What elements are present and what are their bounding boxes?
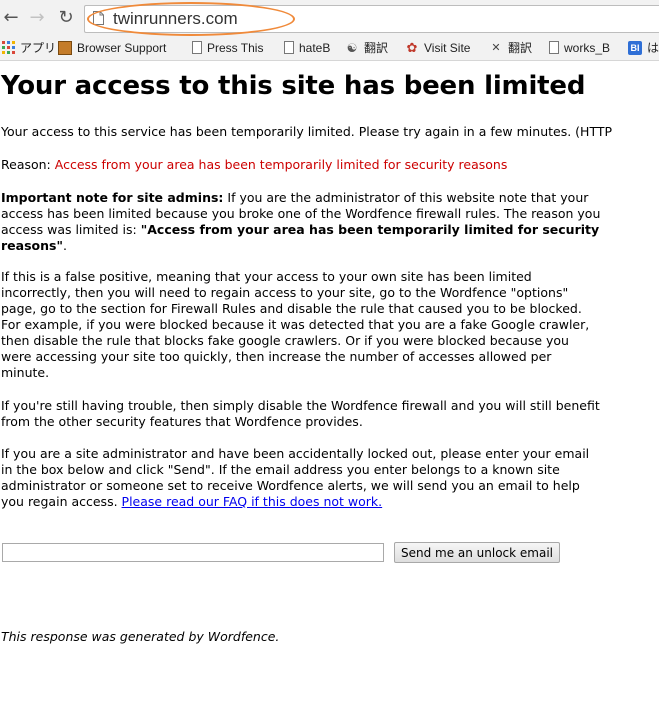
bookmark-label: 翻訳 — [508, 41, 533, 55]
url-text[interactable]: twinrunners.com — [113, 9, 238, 29]
false-positive-text: If this is a false positive, meaning tha… — [1, 269, 590, 380]
reason-line: Reason: Access from your area has been t… — [1, 157, 601, 173]
forward-arrow-icon[interactable]: → — [27, 8, 47, 28]
note-end: . — [62, 238, 67, 253]
reload-icon[interactable]: ↻ — [56, 8, 76, 28]
apps-grid-icon — [2, 41, 15, 54]
reason-text: Access from your area has been temporari… — [54, 157, 508, 172]
address-bar[interactable]: twinrunners.com — [84, 5, 659, 33]
bookmark-label: アプリ — [20, 41, 57, 55]
page-icon — [192, 41, 202, 54]
admin-note: Important note for site admins: If you a… — [1, 190, 601, 254]
footer-note: This response was generated by Wordfence… — [1, 629, 280, 644]
bookmark-folder-icon — [58, 40, 72, 55]
page-icon — [284, 41, 294, 54]
bookmark-works-b[interactable]: works_B — [549, 38, 610, 57]
intro-text: Your access to this service has been tem… — [1, 124, 613, 139]
visit-site-icon: ✿ — [406, 39, 418, 55]
bookmark-hateb[interactable]: hateB — [284, 38, 330, 57]
bookmark-label: hateB — [299, 40, 331, 55]
bookmark-press-this[interactable]: Press This — [192, 38, 263, 57]
bl-icon: BI — [628, 40, 642, 55]
back-arrow-icon[interactable]: ← — [1, 8, 21, 28]
navigation-bar: ← → ↻ twinrunners.com — [0, 0, 659, 36]
page-title: Your access to this site has been limite… — [1, 71, 586, 101]
bookmark-label: Press This — [207, 40, 264, 55]
note-label: Important note for site admins: — [1, 190, 224, 205]
translate-x-icon: ✕ — [491, 41, 501, 54]
bookmark-translate[interactable]: ☯ 翻訳 — [345, 38, 388, 57]
faq-link[interactable]: Please read our FAQ if this does not wor… — [122, 494, 383, 509]
bookmark-label: 翻訳 — [364, 41, 389, 55]
bookmark-label: Visit Site — [424, 40, 471, 55]
bookmark-label: は — [647, 41, 659, 55]
unlock-email-button[interactable]: Send me an unlock email — [394, 542, 560, 563]
bookmark-bl[interactable]: BI は — [628, 38, 659, 57]
bookmark-browser-support[interactable]: Browser Support — [58, 38, 166, 57]
bookmark-label: works_B — [564, 40, 611, 55]
reason-label: Reason: — [1, 157, 51, 172]
bookmark-visit-site[interactable]: ✿ Visit Site — [405, 38, 471, 57]
bookmark-translate-2[interactable]: ✕ 翻訳 — [489, 38, 532, 57]
translate-icon: ☯ — [346, 40, 358, 55]
email-field[interactable] — [2, 543, 384, 562]
locked-out-text: If you are a site administrator and have… — [1, 446, 601, 510]
browser-chrome: ← → ↻ twinrunners.com アプリ Browser Suppor… — [0, 0, 659, 61]
bookmark-apps[interactable]: アプリ — [2, 38, 56, 57]
still-trouble-text: If you're still having trouble, then sim… — [1, 398, 600, 429]
page-icon — [549, 41, 559, 54]
bookmark-label: Browser Support — [77, 40, 167, 55]
page-icon — [93, 11, 104, 25]
bookmarks-bar: アプリ Browser Support Press This hateB ☯ 翻… — [0, 36, 659, 59]
